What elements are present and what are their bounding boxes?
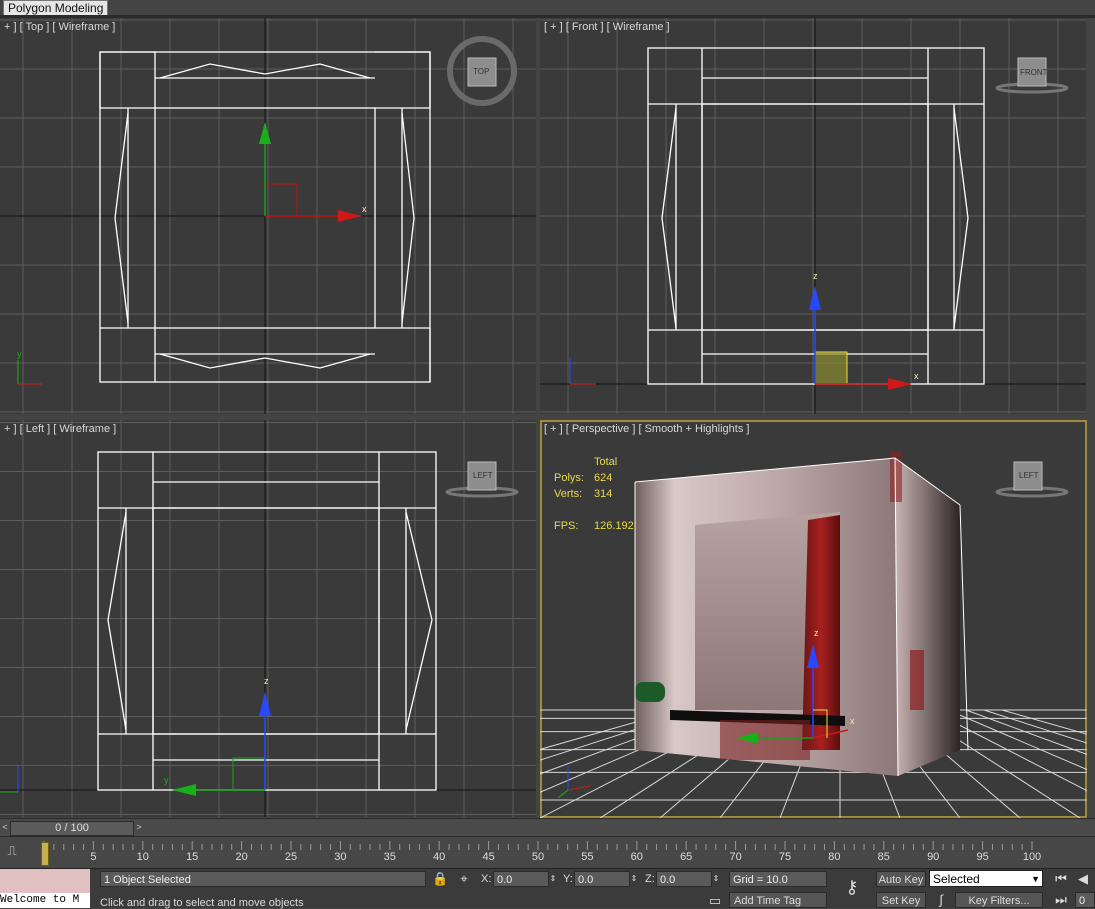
z-coord-spinner-icon[interactable]: ⇕	[712, 871, 720, 887]
front-wireframe	[540, 18, 1086, 414]
track-bar-tick-label: 5	[90, 851, 97, 863]
stats-polys-label: Polys:	[554, 472, 584, 484]
default-in-out-tangent-icon[interactable]: ∫	[931, 892, 951, 908]
x-coord-label: X:	[481, 873, 492, 885]
maxscript-line[interactable]: Welcome to M	[0, 893, 90, 908]
track-bar-tick-label: 30	[334, 851, 347, 863]
track-bar-tick-label: 100	[1022, 851, 1042, 863]
viewport-perspective[interactable]: [ + ] [ Perspective ] [ Smooth + Highlig…	[540, 420, 1087, 818]
key-mode-dropdown[interactable]: Selected ▼	[929, 870, 1043, 887]
track-bar-tick-label: 85	[877, 851, 890, 863]
selection-lock-icon[interactable]: 🔒	[432, 871, 448, 887]
viewcube-front-label[interactable]: FRONT	[1020, 68, 1048, 77]
track-bar-tick-label: 20	[235, 851, 248, 863]
viewport-label-perspective[interactable]: [ + ] [ Perspective ] [ Smooth + Highlig…	[544, 423, 749, 435]
ribbon-tab-polygon-modeling[interactable]: Polygon Modeling	[3, 0, 109, 15]
left-wireframe	[0, 420, 536, 817]
perspective-render	[540, 452, 1087, 818]
set-key-icon[interactable]: ⚷	[838, 878, 866, 896]
stats-fps-label: FPS:	[554, 520, 579, 532]
track-bar-tick-label: 40	[433, 851, 446, 863]
chevron-down-icon: ▼	[1031, 874, 1040, 884]
stats-verts-label: Verts:	[554, 488, 583, 500]
go-to-start-icon[interactable]: ⏮	[1052, 871, 1070, 887]
key-filters-button[interactable]: Key Filters...	[955, 892, 1043, 908]
key-mode-dropdown-value: Selected	[933, 872, 980, 886]
time-slider[interactable]: < 0 / 100 >	[0, 818, 1095, 837]
key-mode-toggle-icon[interactable]: ⏭	[1052, 892, 1070, 908]
current-frame-field[interactable]: 0	[1075, 892, 1095, 908]
x-coord-field[interactable]: 0.0	[493, 871, 549, 887]
stats-fps-value: 126.192	[594, 520, 634, 532]
track-bar-playhead[interactable]	[41, 842, 49, 866]
viewport-top[interactable]: + ] [ Top ] [ Wireframe ] TOP x y	[0, 18, 536, 414]
track-bar-tick-label: 15	[186, 851, 199, 863]
time-slider-prev-button[interactable]: <	[0, 821, 10, 834]
ribbon-bar: Polygon Modeling	[0, 0, 1095, 16]
stats-header: Total	[594, 456, 618, 468]
track-bar-tick-label: 75	[778, 851, 792, 863]
y-coord-field[interactable]: 0.0	[574, 871, 630, 887]
track-bar-ticks	[43, 841, 1033, 850]
track-bar-tick-label: 95	[976, 851, 989, 863]
gizmo-axis-z-label: z	[264, 676, 269, 686]
viewport-left[interactable]: + ] [ Left ] [ Wireframe ] LEFT z y	[0, 420, 536, 817]
top-wireframe	[0, 18, 536, 414]
track-bar-tick-label: 80	[828, 851, 841, 863]
gizmo-axis-z-label: z	[813, 271, 818, 281]
stats-verts-value: 314	[594, 488, 613, 500]
track-bar-tick-label: 35	[383, 851, 396, 863]
gizmo-axis-y-label: y	[164, 775, 169, 785]
viewcube-perspective-label[interactable]: LEFT	[1019, 471, 1039, 480]
maxscript-listener[interactable]: Welcome to M	[0, 869, 90, 908]
viewport-label-left[interactable]: + ] [ Left ] [ Wireframe ]	[4, 423, 116, 435]
track-bar-tick-label: 25	[284, 851, 298, 863]
auto-key-button[interactable]: Auto Key	[876, 871, 926, 887]
time-slider-next-button[interactable]: >	[134, 821, 144, 834]
track-bar-tick-label: 55	[581, 851, 594, 863]
grid-size-display: Grid = 10.0	[729, 871, 827, 887]
status-bar: Welcome to M 1 Object Selected Click and…	[0, 868, 1095, 909]
add-time-tag-button[interactable]: Add Time Tag	[729, 892, 827, 908]
y-coord-spinner-icon[interactable]: ⇕	[630, 871, 638, 887]
track-bar-tick-label: 90	[927, 851, 940, 863]
stats-polys-value: 624	[594, 472, 613, 484]
track-bar[interactable]: ⎍ 05101520253035404550556065707580859095…	[0, 836, 1095, 869]
viewcube-left-label[interactable]: LEFT	[473, 471, 493, 480]
previous-frame-icon[interactable]: ◀	[1074, 871, 1092, 887]
viewport-front[interactable]: [ + ] [ Front ] [ Wireframe ] FRONT x z	[540, 18, 1086, 414]
selection-status: 1 Object Selected	[100, 871, 426, 887]
track-bar-tick-label: 45	[482, 851, 495, 863]
set-key-button[interactable]: Set Key	[876, 892, 926, 908]
gizmo-axis-x-label: x	[850, 716, 855, 726]
corner-axis-y-label: y	[17, 349, 22, 359]
time-slider-thumb[interactable]: 0 / 100	[10, 821, 134, 836]
z-coord-label: Z:	[645, 873, 655, 885]
prompt-line: Click and drag to select and move object…	[100, 897, 304, 909]
gizmo-axis-z-label: z	[814, 628, 819, 638]
track-bar-tick-label: 50	[531, 851, 545, 863]
viewcube-top-label[interactable]: TOP	[473, 67, 489, 76]
viewport-label-top[interactable]: + ] [ Top ] [ Wireframe ]	[4, 21, 115, 33]
gizmo-axis-x-label: x	[362, 204, 367, 214]
track-bar-tick-label: 60	[630, 851, 643, 863]
z-coord-field[interactable]: 0.0	[656, 871, 712, 887]
y-coord-label: Y:	[563, 873, 573, 885]
track-bar-tick-label: 65	[680, 851, 693, 863]
x-coord-spinner-icon[interactable]: ⇕	[549, 871, 557, 887]
viewport-label-front[interactable]: [ + ] [ Front ] [ Wireframe ]	[544, 21, 670, 33]
track-bar-tick-label: 70	[729, 851, 742, 863]
track-bar-tick-label: 10	[136, 851, 149, 863]
gizmo-axis-x-label: x	[914, 371, 919, 381]
absolute-mode-icon[interactable]: ⌖	[456, 871, 472, 887]
